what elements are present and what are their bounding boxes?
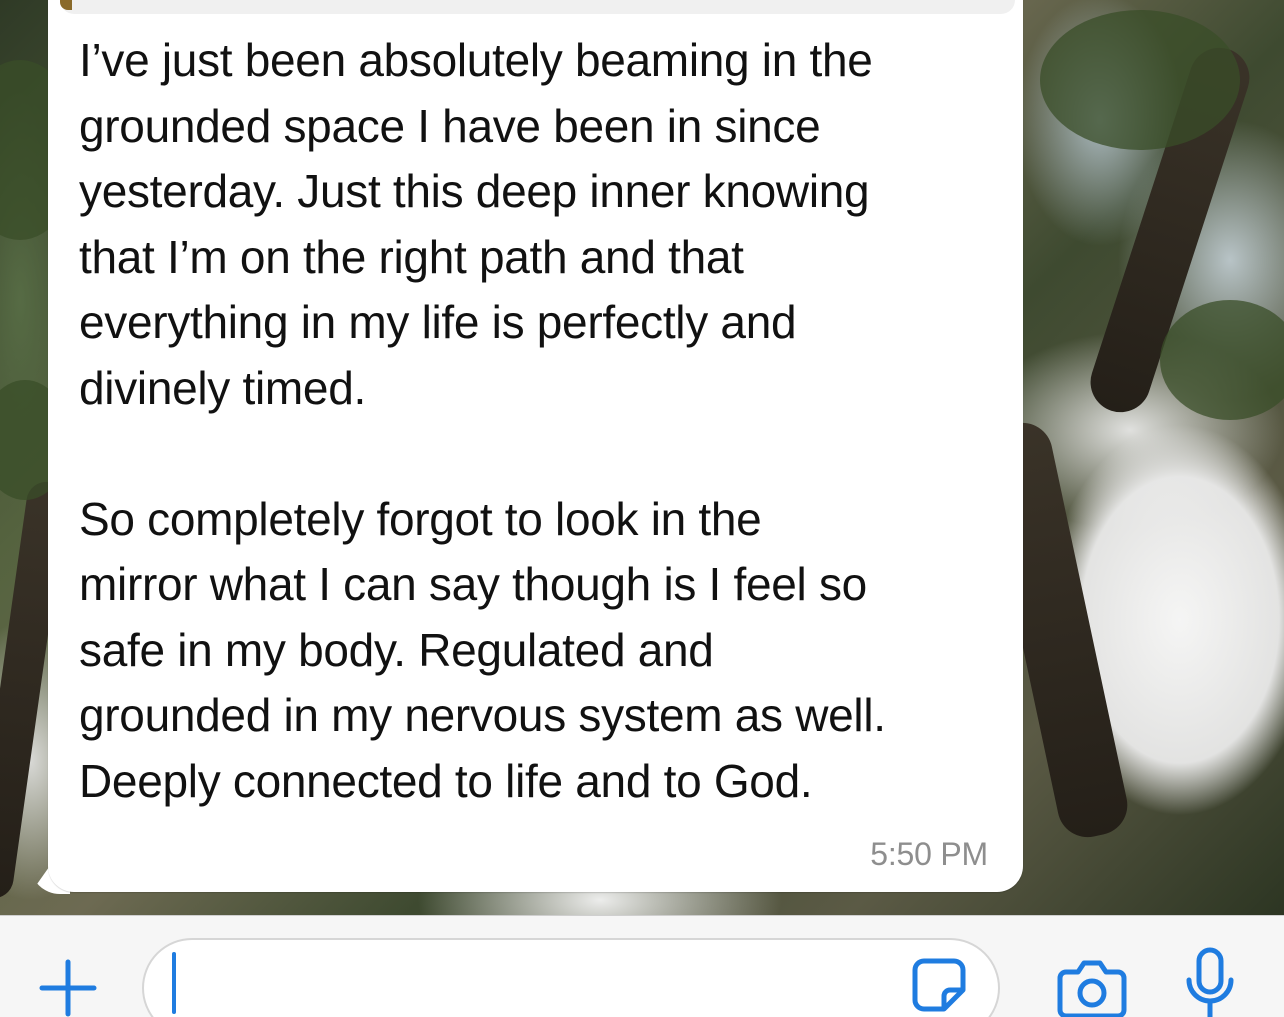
text-caret [172,952,176,1014]
voice-message-button[interactable] [1184,946,1236,1017]
camera-icon [1057,960,1127,1017]
chat-screen: I’ve just been absolutely beaming in the… [0,0,1284,1017]
message-paragraph-2: So completely forgot to look in the mirr… [79,492,886,807]
microphone-icon [1186,947,1234,1017]
attach-button[interactable] [36,956,100,1017]
message-input-bar [0,915,1284,1017]
message-timestamp: 5:50 PM [870,836,988,872]
message-text: I’ve just been absolutely beaming in the… [79,28,1009,814]
message-paragraph-1: I’ve just been absolutely beaming in the… [79,34,873,414]
quoted-reply-preview[interactable] [60,0,1015,14]
message-input-field[interactable] [142,938,1000,1017]
sticker-button[interactable] [910,956,968,1014]
camera-button[interactable] [1056,956,1128,1017]
plus-icon [39,959,97,1017]
sticker-icon [912,958,966,1012]
